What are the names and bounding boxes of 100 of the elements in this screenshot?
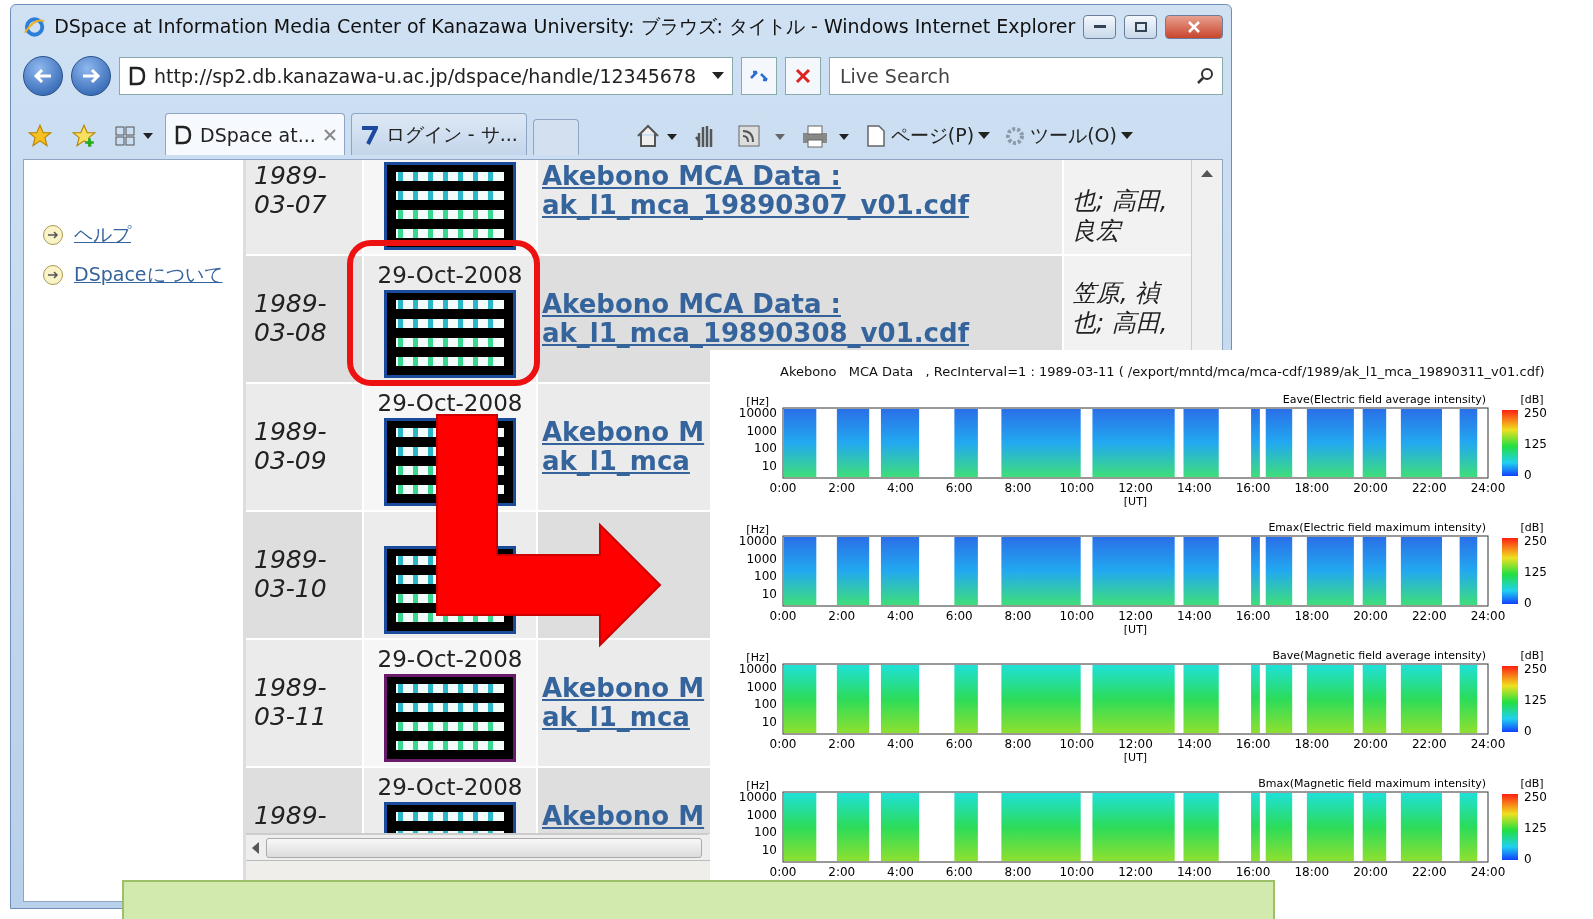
x-tick-label: 24:00	[1470, 481, 1506, 495]
y-tick-label: 100	[754, 441, 777, 455]
date-cell-text: 1989-03-07	[254, 162, 328, 220]
x-tick-label: 20:00	[1353, 737, 1388, 751]
file-name-link[interactable]: ak_l1_mca	[542, 703, 690, 732]
x-tick-label: 8:00	[1004, 865, 1032, 879]
item-title-link[interactable]: Akebono MCA Data :	[542, 162, 841, 191]
x-tick-label: 18:00	[1294, 865, 1330, 879]
scale-tick-label: 0	[1524, 724, 1532, 738]
x-tick-label: 8:00	[1004, 609, 1032, 623]
thumbnail-image[interactable]	[384, 162, 516, 250]
caret-icon	[978, 132, 991, 140]
scale-tick-label: 250	[1524, 662, 1547, 676]
x-tick-label: 0:00	[769, 609, 797, 623]
caret-icon	[1120, 132, 1133, 140]
sidebar-link[interactable]: ヘルプ	[74, 222, 131, 248]
y-tick-label: 100	[754, 697, 777, 711]
x-tick-label: 12:00	[1118, 609, 1153, 623]
thumbnail-image[interactable]	[384, 290, 516, 378]
site-icon	[174, 124, 192, 145]
search-bar[interactable]: Live Search	[829, 57, 1223, 95]
item-title-link[interactable]: Akebono M	[542, 674, 705, 703]
axis-label: [UT]	[1123, 623, 1148, 636]
x-tick-label: 2:00	[828, 865, 856, 879]
y-tick-label: 10	[761, 458, 777, 473]
forward-button[interactable]	[71, 56, 111, 96]
y-tick-label: 10	[761, 842, 777, 857]
file-name-link[interactable]: ak_l1_mca_19890308_v01.cdf	[542, 319, 969, 348]
x-tick-label: 10:00	[1059, 609, 1095, 623]
item-title-link[interactable]: Akebono M	[542, 802, 705, 831]
date-cell-text: 1989-03-11	[254, 674, 328, 732]
horizontal-scrollbar[interactable]	[246, 834, 708, 861]
maximize-button[interactable]	[1124, 15, 1158, 39]
address-field[interactable]: http://sp2.db.kanazawa-u.ac.jp/dspace/handle/12345678	[119, 57, 733, 95]
x-tick-label: 0:00	[769, 737, 797, 751]
page-icon	[864, 125, 887, 147]
axis-unit: [Hz]	[746, 395, 769, 408]
minimize-icon	[1093, 25, 1106, 29]
browser-tab[interactable]: ログイン - サ...	[350, 113, 527, 155]
close-icon[interactable]	[323, 128, 336, 141]
y-tick-label: 10000	[738, 790, 777, 804]
x-tick-label: 16:00	[1235, 481, 1271, 495]
x-tick-label: 20:00	[1353, 481, 1388, 495]
minimize-button[interactable]	[1083, 15, 1117, 39]
item-title-link[interactable]: Akebono MCA Data :	[542, 290, 841, 319]
toolbar-menu-button[interactable]: ツール(O)	[1000, 117, 1137, 155]
scale-tick-label: 250	[1524, 406, 1547, 420]
x-tick-label: 16:00	[1235, 609, 1271, 623]
x-tick-label: 22:00	[1411, 865, 1447, 879]
x-tick-label: 14:00	[1176, 865, 1212, 879]
file-name-link[interactable]: ak_l1_mca	[542, 447, 690, 476]
x-tick-label: 14:00	[1176, 481, 1212, 495]
plot-title: Bave(Magnetic field average intensity)	[1272, 649, 1486, 662]
author-names: 笠原, 禎也; 高田,	[1072, 278, 1169, 338]
x-tick-label: 20:00	[1353, 609, 1388, 623]
search-icon	[1196, 67, 1214, 85]
arrow-circle-icon	[42, 264, 64, 286]
feed-caret-icon	[736, 123, 787, 149]
close-button[interactable]	[1165, 15, 1223, 39]
x-tick-label: 6:00	[945, 481, 973, 495]
scrollbar-thumb[interactable]	[266, 838, 702, 858]
x-tick-label: 18:00	[1294, 481, 1330, 495]
x-tick-label: 14:00	[1176, 737, 1212, 751]
item-title-link[interactable]: Akebono M	[542, 418, 705, 447]
scale-unit: [dB]	[1520, 777, 1544, 790]
scale-tick-label: 250	[1524, 534, 1547, 548]
thumbnail-image[interactable]	[384, 674, 516, 762]
date-cell-text: 1989-	[254, 802, 328, 831]
maximize-icon	[1134, 22, 1147, 32]
stop-button[interactable]	[785, 57, 821, 95]
x-tick-label: 2:00	[828, 737, 856, 751]
toolbar-menu-button[interactable]: ページ(P)	[860, 117, 995, 155]
site-icon	[128, 66, 146, 86]
arrow-circle-icon	[42, 224, 64, 246]
x-tick-label: 24:00	[1470, 737, 1506, 751]
left-arrow-icon	[252, 842, 260, 854]
browser-tab[interactable]: DSpace at...	[165, 113, 345, 155]
back-button[interactable]	[23, 56, 63, 96]
left-arrow-icon	[33, 68, 53, 84]
x-tick-label: 0:00	[769, 865, 797, 879]
y-tick-label: 100	[754, 569, 777, 583]
x-tick-label: 2:00	[828, 481, 856, 495]
refresh-button[interactable]	[741, 57, 777, 95]
up-arrow-icon	[1201, 170, 1213, 178]
x-tick-label: 22:00	[1411, 609, 1447, 623]
vertical-scrollbar[interactable]	[1191, 160, 1222, 350]
axis-label: [UT]	[1123, 751, 1148, 764]
scale-unit: [dB]	[1520, 649, 1544, 662]
window-title: DSpace at Information Media Center of Kanazawa University: ブラウズ: タイトル - Windows Internet Explorer	[54, 14, 1076, 39]
y-tick-label: 10000	[738, 534, 777, 548]
file-name-link[interactable]: ak_l1_mca_19890307_v01.cdf	[542, 191, 969, 220]
date-cell-text: 1989-03-10	[254, 546, 328, 604]
y-tick-label: 1000	[746, 807, 777, 822]
scale-unit: [dB]	[1520, 521, 1544, 534]
x-tick-label: 4:00	[887, 737, 914, 751]
search-input[interactable]: Live Search	[838, 64, 1190, 88]
refresh-icon	[749, 68, 769, 84]
x-tick-label: 6:00	[945, 737, 973, 751]
plot-title: Bmax(Magnetic field maximum intensity)	[1258, 777, 1486, 790]
sidebar-link[interactable]: DSpaceについて	[74, 262, 223, 288]
